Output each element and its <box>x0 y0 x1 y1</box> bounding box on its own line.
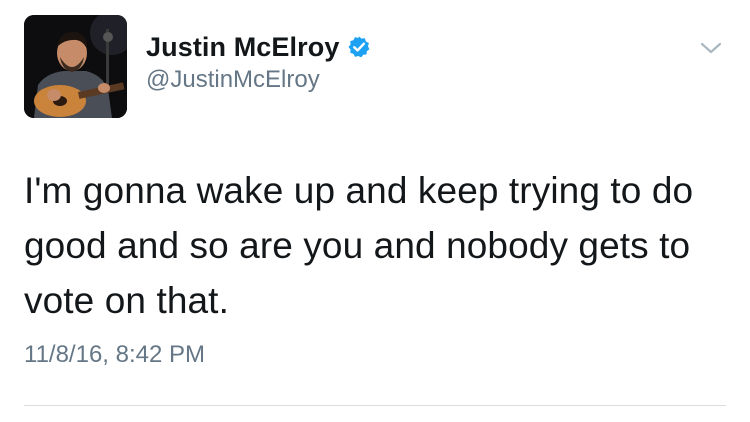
user-handle[interactable]: @JustinMcElroy <box>146 66 371 94</box>
avatar[interactable] <box>24 15 127 118</box>
verified-badge-icon <box>347 35 371 59</box>
display-name-row: Justin McElroy <box>146 30 371 64</box>
tweet-text: I'm gonna wake up and keep trying to do … <box>24 170 694 321</box>
profile-photo-icon <box>24 15 127 118</box>
tweet-card: Justin McElroy @JustinMcElroy I'm gonna … <box>0 0 750 422</box>
user-info: Justin McElroy @JustinMcElroy <box>146 30 371 94</box>
display-name[interactable]: Justin McElroy <box>146 32 339 63</box>
divider <box>24 405 726 406</box>
tweet-timestamp[interactable]: 11/8/16, 8:42 PM <box>24 341 205 369</box>
chevron-down-icon[interactable] <box>696 36 726 60</box>
